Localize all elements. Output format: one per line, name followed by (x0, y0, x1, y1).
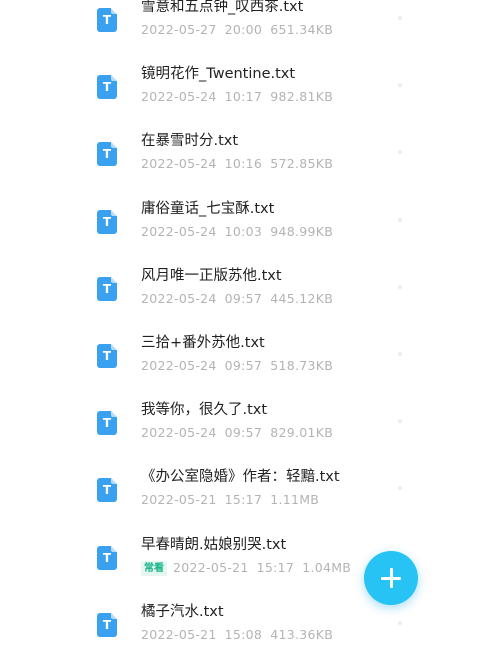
file-row[interactable]: T 在暴雪时分.txt 2022-05-24 10:16 572.85KB • (0, 129, 500, 196)
file-meta: 2022-05-24 09:57 445.12KB (141, 290, 333, 308)
file-meta: 2022-05-27 20:00 651.34KB (141, 21, 333, 39)
file-size: 982.81KB (270, 89, 334, 105)
file-row[interactable]: T 镜明花作_Twentine.txt 2022-05-24 10:17 982.81K… (0, 62, 500, 129)
more-options-icon[interactable]: • (393, 483, 407, 497)
file-date: 2022-05-27 (141, 22, 217, 37)
more-options-icon[interactable]: • (393, 617, 407, 632)
file-size: 572.85KB (270, 156, 334, 172)
txt-file-icon: T (97, 209, 117, 234)
file-name: 我等你，很久了.txt (141, 402, 268, 419)
file-row[interactable]: T 《办公室隐婚》作者：轻黯.txt 2022-05-21 15:17 1.11MB • (0, 465, 500, 532)
add-file-button[interactable] (364, 551, 418, 605)
file-row[interactable]: T 我等你，很久了.txt 2022-05-24 09:57 829.01KB • (0, 398, 500, 465)
file-time: 10:16 (224, 156, 263, 172)
file-row[interactable]: T 雪意和五点钟_叹西茶.txt 2022-05-27 20:00 651.34KB • (0, 0, 500, 62)
file-name: 镜明花作_Twentine.txt (141, 66, 296, 83)
file-name: 早春晴朗.姑娘别哭.txt (141, 536, 287, 553)
file-row[interactable]: T 风月唯一正版苏他.txt 2022-05-24 09:57 445.12KB • (0, 264, 500, 331)
file-name: 三拾+番外苏他.txt (141, 335, 265, 351)
file-meta: 2022-05-24 10:03 948.99KB (141, 223, 333, 241)
file-icon-letter: T (102, 147, 112, 162)
txt-file-icon: T (97, 8, 117, 32)
file-name: 庸俗童话_七宝酥.txt (141, 200, 275, 217)
file-name: 橘子汽水.txt (141, 603, 224, 620)
file-row[interactable]: T 橘子汽水.txt 2022-05-21 15:08 413.36KB • (0, 600, 500, 667)
file-icon-letter: T (102, 80, 112, 95)
frequent-tag: 常看 (141, 560, 167, 576)
file-icon-letter: T (102, 214, 112, 229)
txt-file-icon: T (97, 478, 117, 503)
file-size: 1.11MB (270, 492, 320, 508)
file-size: 1.04MB (302, 559, 352, 575)
file-date: 2022-05-24 (141, 425, 217, 441)
file-date: 2022-05-21 (141, 626, 217, 642)
file-icon-letter: T (102, 281, 112, 296)
more-options-icon[interactable]: • (393, 147, 407, 161)
txt-file-icon: T (97, 75, 117, 100)
file-date: 2022-05-24 (141, 156, 217, 172)
file-meta: 2022-05-21 15:08 413.36KB (141, 626, 333, 644)
file-time: 09:57 (224, 425, 263, 441)
file-meta: 2022-05-24 09:57 829.01KB (141, 424, 333, 442)
file-icon-letter: T (102, 13, 112, 27)
file-meta: 2022-05-24 09:57 518.73KB (141, 357, 333, 375)
file-size: 445.12KB (270, 290, 334, 306)
more-options-icon[interactable]: • (393, 281, 407, 296)
file-row[interactable]: T早春晴朗.姑娘别哭.txt常看2022-05-2115:171.04MB• (0, 533, 500, 600)
more-options-icon[interactable]: • (393, 416, 407, 430)
txt-file-icon: T (97, 142, 117, 167)
file-meta: 2022-05-24 10:16 572.85KB (141, 155, 333, 173)
file-icon-letter: T (102, 550, 112, 565)
file-date: 2022-05-21 (141, 492, 217, 508)
file-size: 948.99KB (270, 223, 334, 239)
more-options-icon[interactable]: • (393, 80, 407, 94)
txt-file-icon: T (97, 612, 117, 637)
file-meta: 2022-05-24 10:17 982.81KB (141, 88, 333, 106)
more-options-icon[interactable]: • (393, 349, 407, 363)
file-date: 2022-05-24 (141, 290, 217, 306)
file-row[interactable]: T 庸俗童话_七宝酥.txt 2022-05-24 10:03 948.99KB • (0, 197, 500, 264)
file-icon-letter: T (102, 483, 112, 498)
file-name: 雪意和五点钟_叹西茶.txt (141, 0, 304, 15)
txt-file-icon: T (97, 276, 117, 301)
txt-file-icon: T (97, 545, 117, 570)
file-time: 15:08 (224, 626, 263, 642)
file-icon-letter: T (102, 617, 112, 632)
file-time: 09:57 (224, 358, 263, 373)
file-time: 10:03 (224, 223, 263, 239)
file-date: 2022-05-24 (141, 223, 217, 239)
file-time: 20:00 (224, 22, 263, 37)
file-icon-letter: T (102, 416, 112, 431)
file-name: 风月唯一正版苏他.txt (141, 267, 282, 284)
file-time: 10:17 (224, 89, 263, 105)
file-name: 在暴雪时分.txt (141, 133, 239, 150)
file-name: 《办公室隐婚》作者：轻黯.txt (141, 469, 340, 486)
file-icon-letter: T (102, 349, 112, 363)
file-time: 09:57 (224, 290, 263, 306)
file-time: 15:17 (224, 492, 263, 508)
file-size: 413.36KB (270, 626, 334, 642)
file-row[interactable]: T 三拾+番外苏他.txt 2022-05-24 09:57 518.73KB • (0, 331, 500, 398)
more-options-icon[interactable]: • (393, 13, 407, 27)
txt-file-icon: T (97, 411, 117, 436)
more-options-icon[interactable]: • (393, 214, 407, 229)
file-size: 829.01KB (270, 425, 334, 441)
file-date: 2022-05-24 (141, 358, 217, 373)
file-meta: 常看 2022-05-21 15:17 1.04MB (141, 559, 351, 577)
file-date: 2022-05-24 (141, 89, 217, 105)
file-time: 15:17 (256, 559, 295, 575)
file-date: 2022-05-21 (173, 559, 249, 575)
file-meta: 2022-05-21 15:17 1.11MB (141, 491, 319, 509)
file-list: T 雪意和五点钟_叹西茶.txt 2022-05-27 20:00 651.34KB • T… (0, 0, 500, 653)
file-size: 651.34KB (270, 22, 334, 37)
file-size: 518.73KB (270, 358, 334, 373)
txt-file-icon: T (97, 344, 117, 368)
